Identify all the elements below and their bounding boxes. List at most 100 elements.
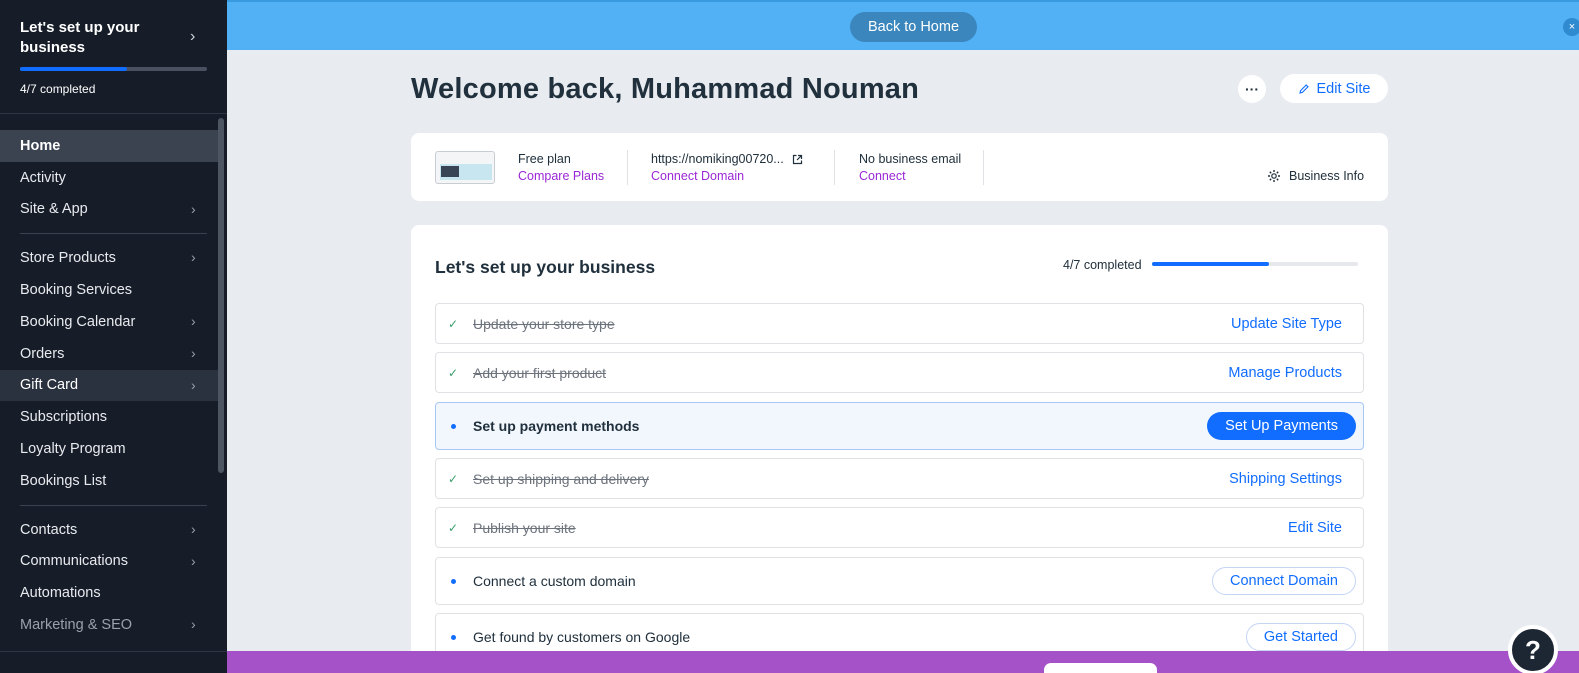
sidebar-item-orders[interactable]: Orders › xyxy=(0,338,218,370)
chevron-right-icon: › xyxy=(191,249,196,266)
sidebar-scrollbar[interactable] xyxy=(218,118,224,473)
sidebar-item-marketing-seo[interactable]: Marketing & SEO › xyxy=(0,609,218,641)
manage-products-link[interactable]: Manage Products xyxy=(1228,365,1342,381)
task-row: Connect a custom domain Connect Domain xyxy=(435,557,1364,605)
setup-checklist-progress-bar xyxy=(1152,262,1358,266)
plan-info: Free plan Compare Plans xyxy=(518,151,604,185)
sidebar-item-communications[interactable]: Communications › xyxy=(0,546,218,578)
external-link-icon[interactable] xyxy=(792,154,803,165)
compare-plans-link[interactable]: Compare Plans xyxy=(518,168,604,185)
task-label: Add your first product xyxy=(473,364,607,381)
sidebar-item-subscriptions[interactable]: Subscriptions xyxy=(0,401,218,433)
checkmark-icon: ✓ xyxy=(448,471,459,486)
setup-checklist-card: Let's set up your business 4/7 completed… xyxy=(411,225,1388,673)
sidebar-item-label: Booking Calendar xyxy=(20,313,136,330)
setup-progress-bar xyxy=(20,67,207,71)
sidebar-item-booking-calendar[interactable]: Booking Calendar › xyxy=(0,306,218,338)
task-row: ✓ Add your first product Manage Products xyxy=(435,352,1364,393)
task-label: Get found by customers on Google xyxy=(473,629,691,645)
setup-widget-title: Let's set up your business xyxy=(20,19,140,56)
sidebar-item-loyalty-program[interactable]: Loyalty Program xyxy=(0,433,218,465)
task-label: Set up shipping and delivery xyxy=(473,470,649,487)
sidebar-item-gift-card[interactable]: Gift Card › xyxy=(0,369,218,402)
connect-email-link[interactable]: Connect xyxy=(859,168,961,185)
chevron-right-icon: › xyxy=(190,28,196,45)
task-row: ✓ Set up shipping and delivery Shipping … xyxy=(435,458,1364,499)
divider xyxy=(627,150,628,185)
site-url-row: https://nomiking00720... xyxy=(651,151,803,168)
sidebar-item-label: Site & App xyxy=(20,201,88,218)
edit-site-link[interactable]: Edit Site xyxy=(1288,520,1342,536)
bullet-icon xyxy=(451,423,456,429)
site-url[interactable]: https://nomiking00720... xyxy=(651,151,784,168)
setup-progress-fill xyxy=(20,67,127,71)
thumbnail-image xyxy=(441,166,459,177)
sidebar-item-label: Loyalty Program xyxy=(20,441,126,458)
more-actions-button[interactable]: ··· xyxy=(1238,75,1266,103)
sidebar-item-label: Activity xyxy=(20,169,66,186)
sidebar-divider xyxy=(0,651,227,652)
checkmark-icon: ✓ xyxy=(448,520,459,535)
domain-info: https://nomiking00720... Connect Domain xyxy=(651,151,803,185)
top-banner: Back to Home × xyxy=(227,0,1579,50)
plan-name: Free plan xyxy=(518,152,571,166)
task-row: ✓ Update your store type Update Site Typ… xyxy=(435,303,1364,344)
setup-progress-widget[interactable]: Let's set up your business › 4/7 complet… xyxy=(0,0,227,114)
sidebar-item-label: Bookings List xyxy=(20,472,107,489)
connect-domain-link[interactable]: Connect Domain xyxy=(651,168,803,185)
task-label: Update your store type xyxy=(473,315,615,332)
update-site-type-link[interactable]: Update Site Type xyxy=(1231,316,1342,332)
sidebar-item-activity[interactable]: Activity xyxy=(0,162,218,194)
setup-progress-count: 4/7 completed xyxy=(20,82,96,96)
sidebar-item-site-app[interactable]: Site & App › xyxy=(0,194,218,226)
sidebar-nav: Home Activity Site & App › Store Products… xyxy=(0,130,218,641)
connect-domain-button[interactable]: Connect Domain xyxy=(1212,567,1356,595)
business-email-status: No business email xyxy=(859,152,962,166)
sidebar-item-bookings-list[interactable]: Bookings List xyxy=(0,465,218,497)
sidebar-item-store-products[interactable]: Store Products › xyxy=(0,242,218,274)
pencil-icon xyxy=(1298,83,1309,94)
task-row-current: Set up payment methods Set Up Payments xyxy=(435,402,1364,450)
chevron-right-icon: › xyxy=(191,376,196,393)
task-label: Publish your site xyxy=(473,519,576,536)
sidebar-item-booking-services[interactable]: Booking Services xyxy=(0,274,218,306)
help-button[interactable]: ? xyxy=(1508,625,1558,673)
promo-button[interactable] xyxy=(1044,663,1157,673)
get-started-button[interactable]: Get Started xyxy=(1245,623,1356,651)
business-info-label: Business Info xyxy=(1289,169,1365,183)
checkmark-icon: ✓ xyxy=(448,365,459,380)
sidebar-item-label: Orders xyxy=(20,345,65,362)
page-title: Welcome back, Muhammad Nouman xyxy=(411,73,920,105)
bullet-icon xyxy=(451,634,456,640)
close-icon[interactable]: × xyxy=(1563,18,1579,36)
sidebar-item-label: Contacts xyxy=(20,521,78,538)
divider xyxy=(983,150,984,185)
business-info-link[interactable]: Business Info xyxy=(1267,169,1364,183)
sidebar-item-automations[interactable]: Automations xyxy=(0,577,218,609)
sidebar-item-contacts[interactable]: Contacts › xyxy=(0,514,218,546)
sidebar-divider xyxy=(20,504,207,506)
edit-site-label: Edit Site xyxy=(1316,80,1371,97)
sidebar-item-home[interactable]: Home xyxy=(0,130,218,162)
chevron-right-icon: › xyxy=(191,200,196,217)
sidebar: Let's set up your business › 4/7 complet… xyxy=(0,0,227,673)
bullet-icon xyxy=(451,578,456,584)
chevron-right-icon: › xyxy=(191,520,196,537)
task-row: ✓ Publish your site Edit Site xyxy=(435,507,1364,548)
setup-checklist-count: 4/7 completed xyxy=(1063,258,1142,272)
sidebar-item-label: Store Products xyxy=(20,250,116,267)
divider xyxy=(834,150,835,185)
site-info-card: Free plan Compare Plans https://nomiking… xyxy=(411,133,1388,201)
setup-checklist-title: Let's set up your business xyxy=(435,257,656,277)
chevron-right-icon: › xyxy=(191,616,196,633)
site-thumbnail[interactable] xyxy=(435,151,495,184)
chevron-right-icon: › xyxy=(191,344,196,361)
shipping-settings-link[interactable]: Shipping Settings xyxy=(1229,471,1342,487)
back-to-home-button[interactable]: Back to Home xyxy=(850,12,977,42)
sidebar-divider xyxy=(20,233,207,235)
sidebar-item-label: Communications xyxy=(20,553,128,570)
task-label: Set up payment methods xyxy=(473,418,640,434)
email-info: No business email Connect xyxy=(859,151,961,185)
edit-site-button[interactable]: Edit Site xyxy=(1280,74,1388,103)
set-up-payments-button[interactable]: Set Up Payments xyxy=(1207,412,1356,440)
